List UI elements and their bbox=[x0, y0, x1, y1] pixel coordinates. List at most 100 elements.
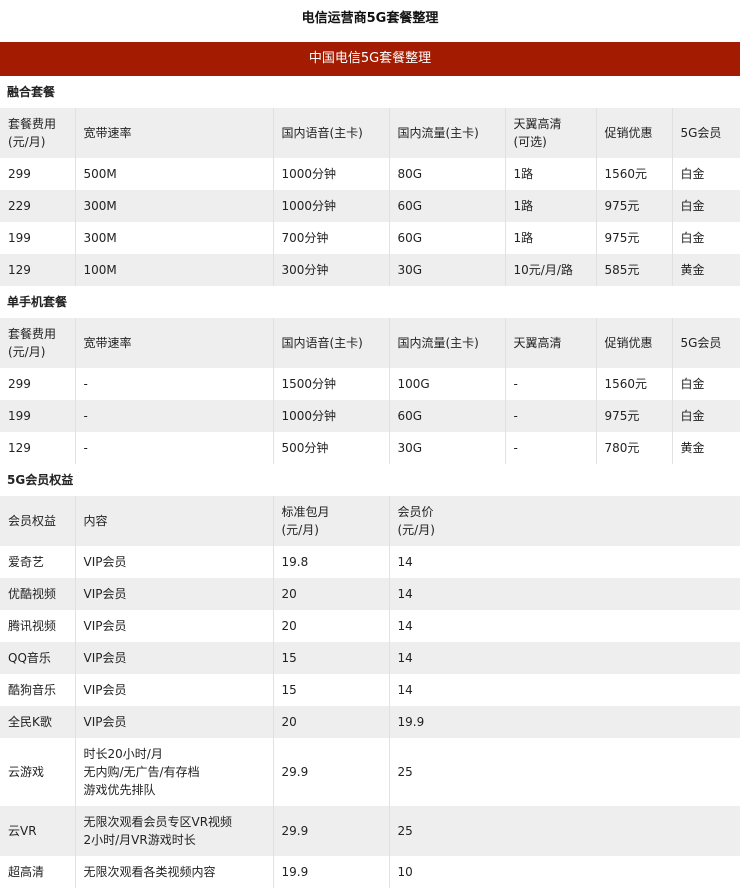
cell: 300M bbox=[75, 190, 274, 222]
cell: 1路 bbox=[505, 190, 597, 222]
cell: 1560元 bbox=[596, 368, 673, 400]
header-cell: 套餐费用 (元/月) bbox=[0, 318, 76, 368]
header-cell: 会员权益 bbox=[0, 496, 76, 546]
cell: 30G bbox=[389, 432, 506, 464]
cell: 29.9 bbox=[273, 806, 390, 856]
cell: VIP会员 bbox=[75, 706, 274, 738]
header-cell: 5G会员 bbox=[672, 318, 740, 368]
cell: 585元 bbox=[596, 254, 673, 286]
section-title-phone-only: 单手机套餐 bbox=[7, 295, 68, 309]
cell: 10 bbox=[397, 865, 413, 879]
cell: 云游戏 bbox=[0, 738, 76, 806]
cell: 300分钟 bbox=[273, 254, 390, 286]
cell: 白金 bbox=[672, 400, 740, 432]
cell: 15 bbox=[273, 642, 390, 674]
cell: 20 bbox=[273, 610, 390, 642]
cell: - bbox=[75, 368, 274, 400]
cell: - bbox=[505, 400, 597, 432]
cell: 1500分钟 bbox=[273, 368, 390, 400]
cell: 80G bbox=[389, 158, 506, 190]
cell: 云VR bbox=[0, 806, 76, 856]
cell: 60G bbox=[389, 400, 506, 432]
cell: 500M bbox=[75, 158, 274, 190]
cell: 15 bbox=[273, 674, 390, 706]
header-cell: 5G会员 bbox=[672, 108, 740, 158]
cell: 14 bbox=[389, 642, 740, 674]
cell: 30G bbox=[389, 254, 506, 286]
header-cell: 宽带速率 bbox=[75, 108, 274, 158]
header-cell: 宽带速率 bbox=[75, 318, 274, 368]
header-cell: 标准包月 (元/月) bbox=[273, 496, 390, 546]
cell: 时长20小时/月 无内购/无广告/有存档 游戏优先排队 bbox=[75, 738, 274, 806]
cell: - bbox=[75, 432, 274, 464]
cell: 199 bbox=[0, 400, 76, 432]
cell: - bbox=[505, 432, 597, 464]
table-row: 酷狗音乐 VIP会员 15 14 bbox=[0, 674, 740, 706]
cell: - bbox=[505, 368, 597, 400]
table-row: 云游戏 时长20小时/月 无内购/无广告/有存档 游戏优先排队 29.9 25 bbox=[0, 738, 740, 806]
section-title-membership: 5G会员权益 bbox=[7, 473, 74, 487]
header-cell: 国内流量(主卡) bbox=[389, 108, 506, 158]
cell: 700分钟 bbox=[273, 222, 390, 254]
banner-title: 中国电信5G套餐整理 bbox=[0, 42, 740, 76]
cell: VIP会员 bbox=[75, 642, 274, 674]
cell: 975元 bbox=[596, 400, 673, 432]
cell: 1000分钟 bbox=[273, 158, 390, 190]
cell: 腾讯视频 bbox=[0, 610, 76, 642]
table-row: 爱奇艺 VIP会员 19.8 14 bbox=[0, 546, 740, 578]
cell: 优酷视频 bbox=[0, 578, 76, 610]
cell: 299 bbox=[0, 368, 76, 400]
header-cell: 国内语音(主卡) bbox=[273, 108, 390, 158]
cell: 超高清 bbox=[0, 856, 76, 888]
cell: 14 bbox=[397, 555, 413, 569]
table-row: 全民K歌 VIP会员 20 19.9 bbox=[0, 706, 740, 738]
cell: 黄金 bbox=[680, 441, 705, 455]
cell: 199 bbox=[0, 222, 76, 254]
cell: 1路 bbox=[505, 222, 597, 254]
cell: 975元 bbox=[596, 190, 673, 222]
cell: 29.9 bbox=[273, 738, 390, 806]
bundle-plan-table: 套餐费用 (元/月) 宽带速率 国内语音(主卡) 国内流量(主卡) 天翼高清 (… bbox=[0, 108, 740, 286]
cell: 780元 bbox=[596, 432, 673, 464]
section-title-bundle: 融合套餐 bbox=[7, 85, 56, 99]
cell: 1560元 bbox=[596, 158, 673, 190]
header-cell: 套餐费用 (元/月) bbox=[0, 108, 76, 158]
cell: 60G bbox=[389, 222, 506, 254]
table-row: 129 - 500分钟 30G - 780元 黄金 bbox=[0, 432, 740, 464]
cell: 299 bbox=[0, 158, 76, 190]
cell: VIP会员 bbox=[75, 546, 274, 578]
table-row: 299 - 1500分钟 100G - 1560元 白金 bbox=[0, 368, 740, 400]
cell: 25 bbox=[397, 765, 413, 779]
cell: 229 bbox=[0, 190, 76, 222]
table-row: 云VR 无限次观看会员专区VR视频 2小时/月VR游戏时长 29.9 25 bbox=[0, 806, 740, 856]
cell: 1路 bbox=[505, 158, 597, 190]
table-row: 超高清 无限次观看各类视频内容 19.9 10 bbox=[0, 856, 740, 888]
cell: 白金 bbox=[680, 377, 705, 391]
cell: 19.9 bbox=[273, 856, 390, 888]
cell: 白金 bbox=[680, 167, 705, 181]
table-row: 129 100M 300分钟 30G 10元/月/路 585元 黄金 bbox=[0, 254, 740, 286]
header-cell: 会员价 (元/月) bbox=[389, 496, 740, 546]
cell: 100M bbox=[75, 254, 274, 286]
cell: 黄金 bbox=[672, 254, 740, 286]
cell: 10元/月/路 bbox=[505, 254, 597, 286]
header-cell: 天翼高清 bbox=[505, 318, 597, 368]
cell: 20 bbox=[273, 706, 390, 738]
cell: 19.9 bbox=[389, 706, 740, 738]
cell: VIP会员 bbox=[75, 674, 274, 706]
table-row: 229 300M 1000分钟 60G 1路 975元 白金 bbox=[0, 190, 740, 222]
cell: 1000分钟 bbox=[273, 400, 390, 432]
table-header-row: 会员权益 内容 标准包月 (元/月) 会员价 (元/月) bbox=[0, 496, 740, 546]
cell: QQ音乐 bbox=[0, 642, 76, 674]
cell: 129 bbox=[0, 254, 76, 286]
cell: 酷狗音乐 bbox=[0, 674, 76, 706]
cell: 无限次观看会员专区VR视频 2小时/月VR游戏时长 bbox=[75, 806, 274, 856]
cell: 100G bbox=[389, 368, 506, 400]
cell: 129 bbox=[0, 432, 76, 464]
cell: 爱奇艺 bbox=[0, 546, 76, 578]
table-header-row: 套餐费用 (元/月) 宽带速率 国内语音(主卡) 国内流量(主卡) 天翼高清 (… bbox=[0, 108, 740, 158]
header-cell: 促销优惠 bbox=[596, 318, 673, 368]
cell: VIP会员 bbox=[75, 610, 274, 642]
cell: 14 bbox=[397, 619, 413, 633]
page-title: 电信运营商5G套餐整理 bbox=[301, 11, 439, 26]
